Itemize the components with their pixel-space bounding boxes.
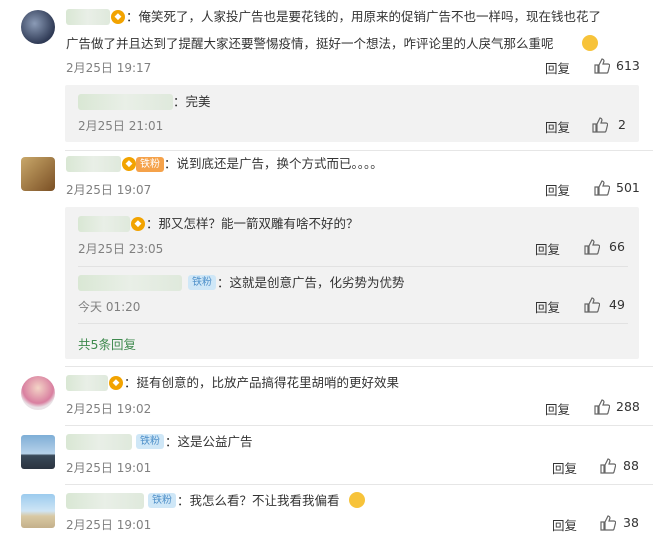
- reply-button[interactable]: 回复: [545, 117, 570, 136]
- username-blurred[interactable]: [78, 275, 182, 291]
- like-count: 2: [618, 117, 626, 132]
- username-blurred[interactable]: [66, 493, 144, 509]
- username-blurred[interactable]: [66, 434, 132, 450]
- username-blurred[interactable]: [66, 375, 108, 391]
- comment-text-line2: 广告做了并且达到了提醒大家还要警惕疫情，挺好一个想法，咋评论里的人戾气那么重呢: [66, 36, 554, 51]
- like-count: 501: [616, 180, 640, 195]
- timestamp: 今天 01:20: [78, 300, 141, 314]
- more-replies-link[interactable]: 共5条回复: [78, 334, 136, 353]
- avatar[interactable]: [21, 157, 55, 191]
- reply-button[interactable]: 回复: [545, 399, 570, 418]
- like-count: 66: [609, 239, 625, 254]
- timestamp: 2月25日 21:01: [78, 119, 164, 133]
- grinning-emoji-icon: [349, 492, 365, 508]
- avatar[interactable]: [21, 435, 55, 469]
- timestamp: 2月25日 19:07: [66, 183, 152, 197]
- avatar[interactable]: [21, 10, 55, 44]
- vip-icon: ◆: [131, 217, 145, 231]
- divider: [65, 425, 653, 426]
- timestamp: 2月25日 19:01: [66, 518, 152, 532]
- thumbs-up-icon[interactable]: [584, 239, 600, 255]
- reply-button[interactable]: 回复: [545, 180, 570, 199]
- divider: [65, 484, 653, 485]
- comment-text: ：我怎么看？不让我看我偏看: [177, 493, 340, 508]
- like-count: 613: [616, 58, 640, 73]
- thumbs-up-icon[interactable]: [600, 458, 616, 474]
- avatar[interactable]: [21, 494, 55, 528]
- like-count: 38: [623, 515, 639, 530]
- subreply-text: ：完美: [173, 94, 211, 109]
- vip-icon: ◆: [109, 376, 123, 390]
- reply-button[interactable]: 回复: [552, 458, 577, 477]
- divider: [78, 323, 628, 324]
- username-blurred[interactable]: [78, 94, 173, 110]
- subreply-text: ：这就是创意广告，化劣势为优势: [217, 275, 405, 290]
- fan-badge: 铁粉: [136, 157, 164, 172]
- like-count: 88: [623, 458, 639, 473]
- like-count: 288: [616, 399, 640, 414]
- avatar[interactable]: [21, 376, 55, 410]
- timestamp: 2月25日 19:17: [66, 61, 152, 75]
- fan-badge: 铁粉: [188, 275, 216, 290]
- username-blurred[interactable]: [66, 156, 121, 172]
- vip-icon: ◆: [111, 10, 125, 24]
- thinking-emoji-icon: [582, 35, 598, 51]
- reply-button[interactable]: 回复: [545, 58, 570, 77]
- subreply-text: ：那又怎样？能一箭双雕有啥不好的？: [146, 216, 359, 231]
- timestamp: 2月25日 19:02: [66, 402, 152, 416]
- thumbs-up-icon[interactable]: [592, 117, 608, 133]
- divider: [78, 266, 628, 267]
- username-blurred[interactable]: [66, 9, 110, 25]
- comment-text: ：这是公益广告: [165, 434, 253, 449]
- fan-badge: 铁粉: [148, 493, 176, 508]
- comment-text-line1: ：俺笑死了，人家投广告也是要花钱的，用原来的促销广告不也一样吗，现在钱也花了: [126, 9, 602, 24]
- username-blurred[interactable]: [78, 216, 130, 232]
- thumbs-up-icon[interactable]: [584, 297, 600, 313]
- divider: [65, 366, 653, 367]
- reply-button[interactable]: 回复: [535, 239, 560, 258]
- comment-text: ：挺有创意的，比放产品搞得花里胡哨的更好效果: [124, 375, 400, 390]
- reply-button[interactable]: 回复: [552, 515, 577, 534]
- thumbs-up-icon[interactable]: [594, 399, 610, 415]
- comment-text: ：说到底还是广告，换个方式而已。。。。: [164, 156, 383, 171]
- fan-badge: 铁粉: [136, 434, 164, 449]
- thumbs-up-icon[interactable]: [594, 58, 610, 74]
- thumbs-up-icon[interactable]: [594, 180, 610, 196]
- timestamp: 2月25日 19:01: [66, 461, 152, 475]
- thumbs-up-icon[interactable]: [600, 515, 616, 531]
- reply-button[interactable]: 回复: [535, 297, 560, 316]
- like-count: 49: [609, 297, 625, 312]
- vip-icon: ◆: [122, 157, 136, 171]
- timestamp: 2月25日 23:05: [78, 242, 164, 256]
